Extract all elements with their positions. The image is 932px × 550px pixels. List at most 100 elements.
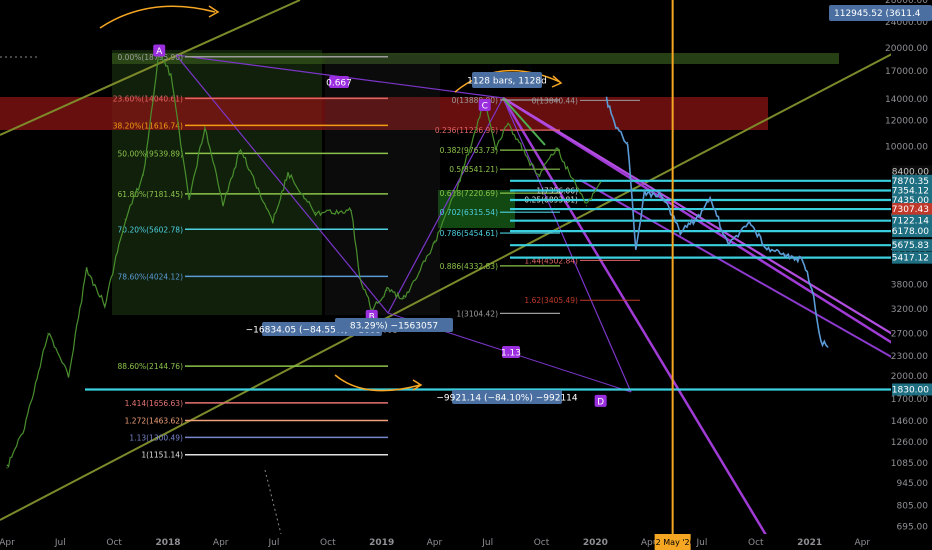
y-tick-15: 1460.00 (891, 417, 928, 427)
series-0-point-21 (403, 297, 405, 299)
top-price-label: 112945.52 (3611.4 (834, 9, 921, 19)
fib-left-label-3: 50.00%(9539.89) (118, 149, 184, 158)
x-tick-8: Apr (427, 538, 443, 548)
y-tick-10: 3200.00 (891, 305, 928, 315)
series-0-point-22 (434, 242, 436, 244)
fib-left-label-8: 1.414(1656.63) (125, 399, 183, 408)
x-tick-10: Oct (534, 538, 550, 548)
series-0-point-25 (495, 148, 497, 151)
x-tick-6: Oct (320, 538, 336, 548)
y-tick-9: 3800.00 (891, 281, 928, 291)
fib-left-label-6: 78.60%(4024.12) (118, 272, 184, 281)
series-1-point-3 (635, 247, 637, 249)
x-tick-11: 2020 (583, 538, 608, 548)
fib-right-label-6: 0.786(5454.61) (440, 229, 498, 238)
series-1-point-6 (679, 231, 681, 233)
marker-label-d: D (597, 397, 604, 407)
y-tick-16: 1260.00 (891, 438, 928, 448)
price-tag-8: 5417.12 (892, 254, 929, 264)
y-tick-4: 14000.00 (885, 95, 928, 105)
y-tick-14: 1700.00 (891, 395, 928, 405)
price-tag-4: 7307.43 (892, 205, 929, 215)
series-1-point-5 (662, 194, 664, 197)
vertical-date-label: 12 May '20 (651, 538, 695, 547)
fib-left-label-10: 1.13(1300.49) (129, 433, 183, 442)
x-tick-13: Jul (695, 538, 707, 548)
series-1-point-9 (727, 244, 729, 247)
time-axis: Apr Jul Oct 2018 Apr Jul Oct 2019 Apr Jul Oct 2020 A… (0, 534, 932, 550)
series-0-point-17 (350, 209, 352, 211)
series-1-point-14 (811, 287, 813, 289)
x-tick-14: Oct (748, 538, 764, 548)
ratio-badge-113: 1.13 (501, 349, 521, 359)
series-1-point-1 (615, 126, 617, 128)
top-resistance-band (112, 53, 839, 64)
y-tick-6: 10000.00 (885, 143, 928, 153)
price-tag-9: 1830.00 (892, 385, 929, 395)
series-0-point-23 (459, 177, 461, 180)
fib-left-label-2: 38.20%(11616.74) (113, 121, 183, 130)
fib-right-label-8: 1(3104.42) (456, 309, 498, 318)
series-0-point-12 (222, 203, 224, 205)
fib-left-label-1: 23.60%(14040.61) (113, 94, 183, 103)
measure-label-2: 83.29%) −1563057 (350, 322, 438, 332)
series-0-point-19 (371, 308, 373, 310)
series-0-point-2 (47, 332, 49, 334)
y-tick-5: 12000.00 (885, 117, 928, 127)
price-tag-6: 6178.00 (892, 227, 929, 237)
fib-left-label-5: 70.20%(5602.78) (118, 225, 184, 234)
fib-left-label-9: 1.272(1463.62) (125, 417, 183, 426)
series-0-point-29 (585, 205, 588, 207)
series-1-point-12 (784, 253, 786, 255)
y-tick-13: 2000.00 (891, 372, 928, 382)
marker-label-c: C (482, 102, 488, 112)
y-tick-18: 945.00 (897, 479, 929, 489)
y-tick-2: 20000.00 (885, 44, 928, 54)
ratio-badge-0667: 0.667 (326, 79, 352, 89)
series-0-point-3 (67, 375, 70, 377)
series-0-point-20 (386, 289, 388, 291)
series-0-point-4 (86, 269, 88, 271)
marker-label-a: A (156, 47, 163, 57)
series-0-point-15 (287, 172, 289, 174)
series-1-point-10 (748, 221, 750, 223)
series-0-point-18 (359, 276, 361, 278)
y-tick-3: 17000.00 (885, 67, 928, 77)
x-tick-3: 2018 (155, 538, 180, 548)
x-tick-4: Apr (213, 538, 229, 548)
fib-right-label-0: 0(13880.00) (452, 96, 498, 105)
series-0-point-13 (240, 148, 242, 151)
series-1-point-15 (820, 340, 822, 343)
y-tick-20: 695.00 (897, 523, 929, 533)
series-1-point-13 (802, 259, 804, 262)
x-tick-16: Apr (855, 538, 871, 548)
series-0-point-6 (124, 218, 126, 221)
series-1-point-8 (709, 196, 711, 199)
series-0-point-28 (555, 147, 557, 149)
y-tick-11: 2700.00 (891, 329, 928, 339)
series-1-point-2 (626, 141, 629, 144)
y-tick-17: 1085.00 (891, 459, 928, 469)
series-1-point-7 (697, 216, 699, 218)
fib-left-label-11: 1(1151.14) (141, 451, 183, 460)
x-tick-1: Jul (54, 538, 66, 548)
series-0-point-16 (314, 211, 317, 214)
price-chart[interactable]: 0.00%(18795.90) 23.60%(14040.61) 38.20%(11… (0, 0, 932, 550)
fib-right2-label-0: 0(13840.44) (532, 96, 578, 105)
series-0-point-0 (6, 467, 8, 469)
measure-label-3: −9921.14 (−84.10%) −992114 (436, 394, 578, 404)
price-tag-7: 5675.83 (892, 241, 929, 251)
y-tick-19: 805.00 (897, 502, 929, 512)
series-1-point-4 (643, 192, 646, 195)
fib-right-label-4: 0.618(7220.69) (440, 189, 498, 198)
series-0-point-10 (188, 198, 190, 201)
series-0-point-27 (537, 176, 539, 178)
bars-label: 1128 bars, 1128d (467, 77, 547, 87)
fib-left-label-4: 61.80%(7181.45) (118, 190, 184, 199)
fib-left-label-0: 0.00%(18795.90) (118, 53, 184, 62)
x-tick-15: 2021 (797, 538, 822, 548)
x-tick-0: Apr (0, 538, 15, 548)
series-0-point-9 (170, 74, 172, 76)
series-0-point-5 (104, 304, 106, 306)
fib-right-label-3: 0.5(8541.21) (449, 165, 498, 174)
